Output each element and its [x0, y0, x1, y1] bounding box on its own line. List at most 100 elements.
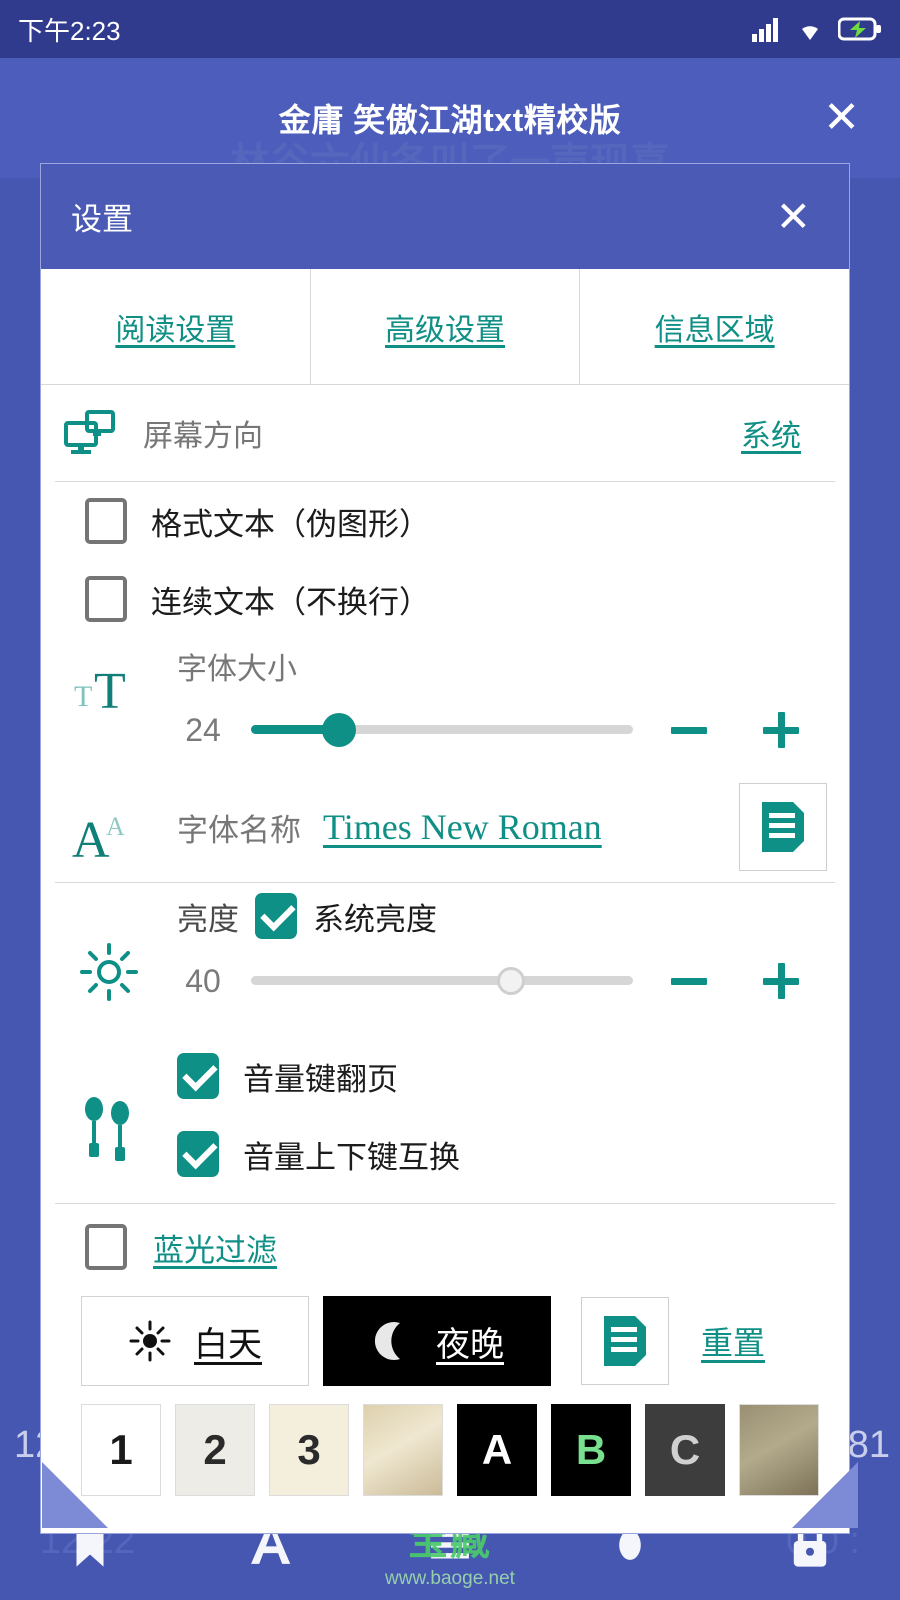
tab-advanced-settings[interactable]: 高级设置 [310, 269, 581, 385]
setting-row-font-name[interactable]: A A 字体名称 Times New Roman [41, 772, 849, 882]
theme-swatch-paper[interactable] [363, 1404, 443, 1496]
document-icon [762, 802, 804, 852]
tab-info-area[interactable]: 信息区域 [580, 269, 849, 385]
slider-track [251, 976, 633, 985]
night-mode-button[interactable]: 夜晚 [323, 1296, 551, 1386]
setting-block-volume-keys: 音量键翻页 音量上下键互换 [41, 1023, 849, 1203]
document-icon [604, 1316, 646, 1366]
resize-handle-left[interactable] [42, 1462, 108, 1528]
sun-icon [129, 1320, 171, 1362]
settings-dialog-title: 设置 [71, 202, 133, 237]
signal-icon [752, 18, 778, 42]
setting-label: 字体名称 [177, 812, 301, 848]
setting-block-brightness: 亮度 系统亮度 40 [41, 883, 849, 1023]
font-name-value[interactable]: Times New Roman [323, 806, 602, 848]
font-face-icon-wrap: A A [63, 787, 155, 867]
settings-dialog-header: 设置 ✕ [41, 164, 849, 269]
setting-row-continuous-text[interactable]: 连续文本（不换行） [41, 560, 849, 638]
brightness-title: 亮度 [177, 901, 239, 937]
setting-label: 连续文本（不换行） [151, 584, 430, 620]
reset-button[interactable]: 重置 [701, 1318, 765, 1364]
setting-row-volume-page-turn[interactable]: 音量键翻页 [177, 1037, 827, 1115]
checkbox-volume-page-turn[interactable] [177, 1053, 219, 1099]
font-size-title: 字体大小 [177, 653, 297, 686]
theme-swatch-a[interactable]: A [457, 1404, 537, 1496]
brightness-title-row: 亮度 系统亮度 [177, 893, 827, 939]
svg-text:A: A [72, 812, 110, 867]
text-size-icon: T T [74, 663, 126, 720]
theme-swatch-b[interactable]: B [551, 1404, 631, 1496]
theme-swatch-row: 1 2 3 A B C [41, 1386, 849, 1496]
setting-row-format-text[interactable]: 格式文本（伪图形） [41, 482, 849, 560]
earphones-icon-wrap [63, 1037, 155, 1193]
theme-swatch-label: 3 [297, 1426, 321, 1473]
setting-row-volume-swap[interactable]: 音量上下键互换 [177, 1115, 827, 1193]
minus-icon [671, 727, 707, 734]
setting-label: 格式文本（伪图形） [151, 506, 430, 542]
theme-swatch-label: 1 [109, 1426, 133, 1473]
font-size-increase-button[interactable] [735, 704, 827, 756]
minus-icon [671, 978, 707, 985]
reset-icon-button[interactable] [581, 1297, 669, 1385]
day-mode-label: 白天 [194, 1325, 262, 1364]
close-icon[interactable]: ✕ [768, 195, 819, 238]
day-mode-button[interactable]: 白天 [81, 1296, 309, 1386]
status-bar: 下午2:23 [0, 0, 900, 58]
volume-options: 音量键翻页 音量上下键互换 [155, 1037, 827, 1193]
status-icon-group [752, 16, 882, 42]
tab-label: 高级设置 [385, 313, 505, 347]
brightness-icon [80, 943, 138, 1001]
night-mode-label: 夜晚 [436, 1325, 504, 1364]
checkbox-system-brightness[interactable] [255, 893, 297, 939]
brightness-slider[interactable] [251, 967, 633, 995]
brightness-slider-row: 40 [155, 939, 827, 1023]
tab-label: 信息区域 [654, 313, 775, 347]
slider-thumb[interactable] [321, 713, 356, 747]
theme-swatch-label: A [481, 1426, 513, 1473]
setting-row-screen-orientation[interactable]: 屏幕方向 系统 [41, 385, 849, 481]
setting-label: 音量键翻页 [243, 1061, 398, 1097]
status-clock: 下午2:23 [18, 15, 121, 46]
setting-row-blue-light-filter[interactable]: 蓝光过滤 [41, 1204, 849, 1290]
brightness-controls: 亮度 系统亮度 40 [155, 893, 827, 1023]
settings-tab-bar: 阅读设置 高级设置 信息区域 [41, 269, 849, 385]
brightness-decrease-button[interactable] [643, 955, 735, 1007]
brightness-increase-button[interactable] [735, 955, 827, 1007]
system-brightness-label: 系统亮度 [313, 901, 437, 937]
setting-label: 音量上下键互换 [243, 1139, 460, 1175]
plus-icon [763, 963, 799, 999]
checkbox-blue-light-filter[interactable] [85, 1224, 127, 1270]
theme-swatch-label: C [669, 1426, 701, 1473]
screen-rotation-icon [64, 410, 115, 454]
font-size-controls: 字体大小 24 [155, 644, 827, 772]
slider-thumb[interactable] [496, 967, 525, 995]
text-size-icon-wrap: T T [63, 644, 155, 772]
settings-dialog-body: 屏幕方向 系统 格式文本（伪图形） 连续文本（不换行） T T 字体大小 24 … [41, 385, 849, 1533]
checkbox-format-text[interactable] [85, 498, 127, 544]
setting-label: 屏幕方向 [143, 420, 263, 453]
wifi-icon [802, 26, 818, 40]
checkbox-continuous-text[interactable] [85, 576, 127, 622]
font-size-value: 24 [185, 711, 221, 748]
tab-label: 阅读设置 [115, 313, 236, 347]
screen-orientation-value[interactable]: 系统 [741, 411, 801, 455]
font-name-picker-button[interactable] [739, 783, 827, 871]
moon-icon [374, 1322, 400, 1360]
svg-text:T: T [94, 663, 126, 720]
theme-swatch-c[interactable]: C [645, 1404, 725, 1496]
font-size-decrease-button[interactable] [643, 704, 735, 756]
svg-text:T: T [74, 680, 92, 713]
tab-reading-settings[interactable]: 阅读设置 [41, 269, 311, 385]
battery-charging-icon [838, 17, 881, 41]
theme-swatch-3[interactable]: 3 [269, 1404, 349, 1496]
earphones-icon [85, 1097, 129, 1161]
plus-icon [763, 712, 799, 748]
font-size-slider[interactable] [251, 713, 633, 747]
checkbox-volume-swap[interactable] [177, 1131, 219, 1177]
theme-swatch-2[interactable]: 2 [175, 1404, 255, 1496]
setting-label: 蓝光过滤 [153, 1232, 277, 1268]
font-size-slider-row: 24 [155, 688, 827, 772]
theme-swatch-label: 2 [203, 1426, 227, 1473]
resize-handle-right[interactable] [792, 1462, 858, 1528]
background-page-number-right: 81 [847, 1424, 890, 1466]
